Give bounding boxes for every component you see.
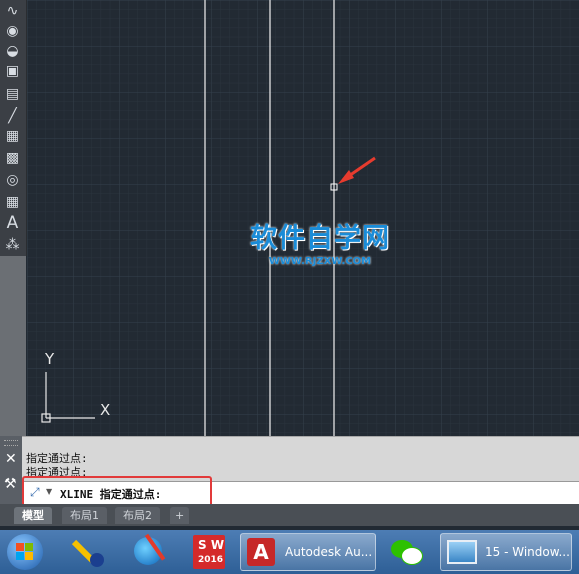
wrench-icon[interactable]: ⚒ [4,476,17,492]
make-block-icon[interactable]: ▤ [3,85,22,104]
autocad-icon: A [247,538,275,566]
ucs-x-label: X [100,401,111,419]
tab-layout1[interactable]: 布局1 [62,507,107,524]
photo-viewer-icon [447,540,477,564]
taskbar-photo-viewer-button[interactable]: 15 - Window... [440,533,572,571]
draw-toolbar: ∿ ◉ ◒ ▣ ▤ ╱ ▦ ▩ ◎ ▦ A ⁂ [0,0,27,256]
text-icon[interactable]: A [3,214,22,233]
table-icon[interactable]: ▦ [3,193,22,212]
add-selected-icon[interactable]: ⁂ [3,236,22,255]
guitar-app-icon[interactable] [68,533,108,571]
annotation-highlight-box [22,476,212,507]
tab-layout2[interactable]: 布局2 [115,507,160,524]
taskbar-photo-viewer-label: 15 - Window... [485,545,570,559]
taskbar-autocad-label: Autodesk Au... [285,545,373,559]
spline-icon[interactable]: ∿ [3,2,22,21]
watermark: 软件自学网 WWW.RJZXW.COM [245,216,395,267]
watermark-title: 软件自学网 [250,223,390,254]
ucs-y-label: Y [45,350,55,368]
wechat-icon[interactable] [386,533,426,571]
insert-block-icon[interactable]: ▣ [3,62,22,81]
taskbar: S W 2016 A Autodesk Au... 15 - Window... [0,530,579,574]
drawing-canvas[interactable]: Y X 软件自学网 WWW.RJZXW.COM [27,0,579,436]
watermark-url: WWW.RJZXW.COM [268,256,372,267]
globe-app-icon[interactable] [128,533,168,571]
toolbar-gap [0,256,26,436]
tab-model[interactable]: 模型 [14,507,52,524]
ellipse-arc-icon[interactable]: ◒ [3,42,22,61]
layout-tabs-bar: 模型 布局1 布局2 + [0,504,579,526]
windows-start-icon[interactable] [4,533,44,571]
close-icon[interactable]: ✕ [5,451,17,467]
ellipse-icon[interactable]: ◉ [3,22,22,41]
solidworks-2016-icon[interactable]: S W 2016 [190,533,228,571]
taskbar-autocad-button[interactable]: A Autodesk Au... [240,533,376,571]
gradient-icon[interactable]: ▩ [3,149,22,168]
hatch-icon[interactable]: ▦ [3,127,22,146]
region-icon[interactable]: ◎ [3,171,22,190]
command-panel-handle[interactable]: ✕ ⚒ [0,436,22,504]
add-layout-button[interactable]: + [170,507,190,524]
point-icon[interactable]: ╱ [3,107,22,126]
grip-icon[interactable] [4,440,18,446]
